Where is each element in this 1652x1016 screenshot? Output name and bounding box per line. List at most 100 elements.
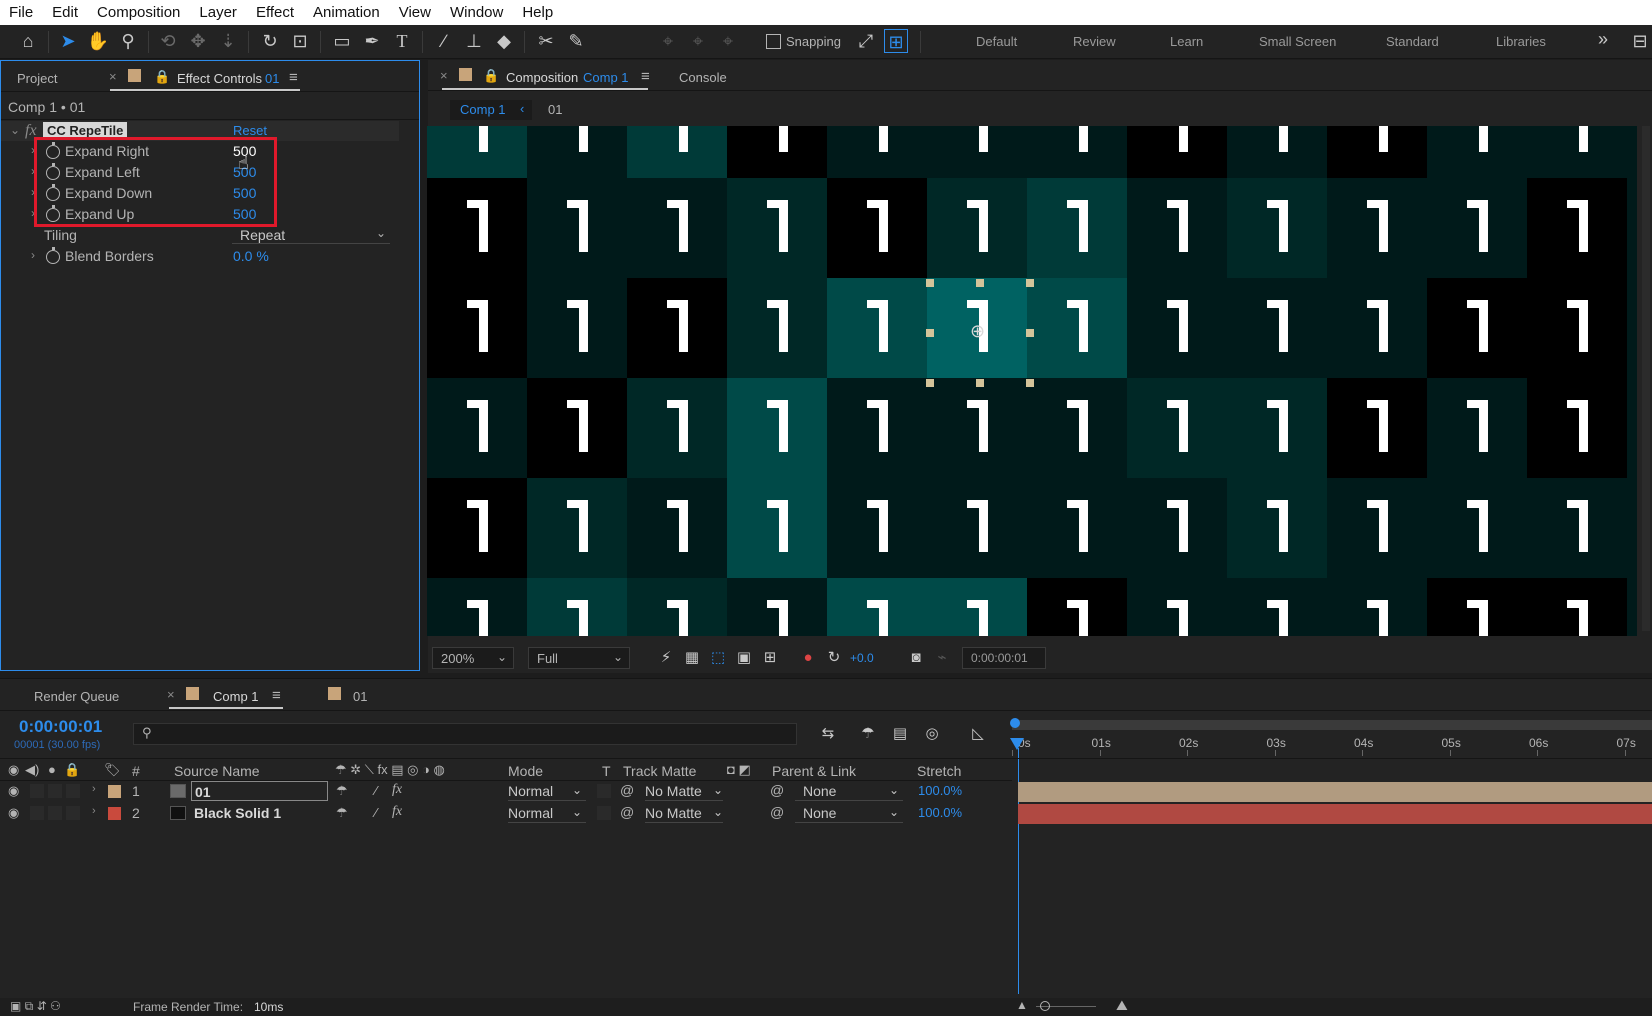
expand-chevron-icon[interactable]: › [31, 248, 35, 262]
roto-brush-tool-icon[interactable]: ✂ [534, 29, 558, 53]
region-of-interest-icon[interactable]: ▣ [732, 646, 756, 670]
composition-mini-flowchart-icon[interactable]: ⇆ [816, 722, 840, 746]
search-help-icon[interactable]: ⊟ [1628, 29, 1652, 53]
layer-row[interactable]: ◉ › 2 Black Solid 1 ☂ ∕ fx Normal ⌄ @ No Matte ⌄ @ No… [0, 803, 1012, 825]
workspace-standard[interactable]: Standard [1386, 34, 1439, 49]
expand-chevron-icon[interactable]: › [92, 805, 96, 817]
close-tab-icon[interactable]: × [167, 687, 175, 702]
tiling-dropdown[interactable]: Repeat ⌄ [232, 225, 390, 244]
preserve-transparency-toggle[interactable] [597, 806, 611, 820]
puppet-pin-tool-icon[interactable]: ✎ [564, 29, 588, 53]
stretch-value[interactable]: 100.0% [918, 783, 962, 798]
workspace-small-screen[interactable]: Small Screen [1259, 34, 1336, 49]
close-tab-icon[interactable]: × [440, 68, 448, 83]
menu-edit[interactable]: Edit [43, 4, 88, 21]
blend-mode-dropdown[interactable]: Normal ⌄ [508, 805, 586, 823]
zoom-in-icon[interactable]: ⛰ [1116, 997, 1128, 1014]
breadcrumb-comp[interactable]: Comp 1 ‹ [450, 100, 532, 120]
work-area-bar[interactable] [1012, 720, 1652, 730]
show-snapshot-icon[interactable]: ⌁ [930, 646, 954, 670]
zoom-tool-icon[interactable]: ⚲ [116, 29, 140, 53]
close-tab-icon[interactable]: × [109, 69, 117, 84]
parent-pickwhip-icon[interactable]: @ [770, 782, 784, 798]
transform-handle[interactable] [1026, 329, 1034, 337]
reset-exposure-icon[interactable]: ↻ [822, 646, 846, 670]
matte-pickwhip-icon[interactable]: @ [620, 804, 634, 820]
track-matte-dropdown[interactable]: No Matte ⌄ [645, 805, 723, 823]
transform-handle[interactable] [926, 329, 934, 337]
axis-world-icon[interactable]: ⌖ [686, 29, 710, 53]
pen-tool-icon[interactable]: ✒ [360, 29, 384, 53]
workspace-learn[interactable]: Learn [1170, 34, 1203, 49]
parent-pickwhip-icon[interactable]: @ [770, 804, 784, 820]
resolution-dropdown[interactable]: Full ⌄ [528, 647, 630, 669]
tab-console[interactable]: Console [679, 70, 727, 85]
expand-chevron-icon[interactable]: › [92, 783, 96, 795]
stretch-value[interactable]: 100.0% [918, 805, 962, 820]
snapping-checkbox[interactable] [766, 34, 781, 49]
status-icons[interactable]: ▣ ⧉ ⇵ ⚇ [10, 999, 61, 1014]
current-time[interactable]: 0:00:00:01 [19, 717, 102, 737]
layer-name[interactable]: Black Solid 1 [191, 803, 328, 823]
selection-tool-icon[interactable]: ➤ [56, 29, 80, 53]
transparency-grid-icon[interactable]: ▦ [680, 646, 704, 670]
time-ruler[interactable]: 0s 01s 02s 03s 04s 05s 06s 07s [1012, 730, 1652, 756]
quality-switch-icon[interactable]: ∕ [375, 805, 377, 820]
layer-name[interactable]: 01 [191, 781, 328, 801]
transform-handle[interactable] [1026, 379, 1034, 387]
layer-label-color[interactable] [108, 807, 121, 820]
parent-dropdown[interactable]: None ⌄ [795, 783, 903, 801]
workspace-review[interactable]: Review [1073, 34, 1116, 49]
layer-label-color[interactable] [108, 785, 121, 798]
rectangle-tool-icon[interactable]: ▭ [330, 29, 354, 53]
viewer-timecode[interactable]: 0:00:00:01 [962, 647, 1046, 669]
composition-viewer[interactable]: ⊕ [427, 126, 1637, 636]
tab-effect-controls[interactable]: Effect Controls [177, 71, 262, 86]
pan-behind-tool-icon[interactable]: ⊡ [288, 29, 312, 53]
transform-handle[interactable] [926, 279, 934, 287]
pan-camera-icon[interactable]: ✥ [186, 29, 210, 53]
graph-editor-icon[interactable]: ◺ [966, 722, 990, 746]
tab-comp-1[interactable]: Comp 1 [213, 689, 259, 704]
more-workspaces-icon[interactable]: » [1598, 29, 1608, 50]
layer-duration-bar[interactable] [1018, 782, 1652, 802]
zoom-out-icon[interactable]: ▲ [1016, 998, 1028, 1012]
dolly-camera-icon[interactable]: ⇣ [216, 29, 240, 53]
tab-composition[interactable]: Composition [506, 70, 578, 85]
eye-visibility-icon[interactable]: ◉ [8, 783, 19, 799]
preserve-transparency-toggle[interactable] [597, 784, 611, 798]
menu-file[interactable]: File [0, 4, 43, 21]
blend-mode-dropdown[interactable]: Normal ⌄ [508, 783, 586, 801]
transform-handle[interactable] [926, 379, 934, 387]
panel-menu-icon[interactable]: ≡ [289, 69, 298, 86]
lock-toggle[interactable] [66, 806, 80, 820]
audio-toggle[interactable] [30, 806, 44, 820]
blend-borders-value[interactable]: 0.0 % [233, 248, 269, 264]
workspace-libraries[interactable]: Libraries [1496, 34, 1546, 49]
zoom-dropdown[interactable]: 200% ⌄ [432, 647, 514, 669]
rotation-tool-icon[interactable]: ↻ [258, 29, 282, 53]
layer-row[interactable]: ◉ › 1 01 ☂ ∕ fx Normal ⌄ @ No Matte ⌄ @ None ⌄ 100.0% [0, 781, 1012, 803]
anchor-point-icon[interactable]: ⊕ [970, 321, 985, 342]
hand-tool-icon[interactable]: ✋ [86, 29, 110, 53]
lock-toggle[interactable] [66, 784, 80, 798]
motion-blur-icon[interactable]: ◎ [920, 722, 944, 746]
exposure-value[interactable]: +0.0 [850, 651, 874, 665]
workspace-default[interactable]: Default [976, 34, 1017, 49]
home-icon[interactable]: ⌂ [16, 29, 40, 53]
shy-switch-icon[interactable]: ☂ [336, 805, 348, 821]
vertical-scrollbar[interactable] [1642, 126, 1650, 631]
transform-handle[interactable] [976, 379, 984, 387]
tab-project[interactable]: Project [17, 71, 57, 86]
layer-duration-bar[interactable] [1018, 804, 1652, 824]
channel-icon[interactable]: ● [796, 646, 820, 670]
collapse-chevron-icon[interactable]: ⌄ [10, 123, 20, 137]
axis-local-icon[interactable]: ⌖ [656, 29, 680, 53]
eye-visibility-icon[interactable]: ◉ [8, 805, 19, 821]
clone-stamp-tool-icon[interactable]: ⊥ [462, 29, 486, 53]
playhead-handle[interactable] [1010, 738, 1024, 750]
menu-help[interactable]: Help [513, 4, 563, 21]
menu-view[interactable]: View [390, 4, 441, 21]
layer-search-input[interactable]: ⚲ [133, 723, 797, 745]
transform-handle[interactable] [976, 279, 984, 287]
